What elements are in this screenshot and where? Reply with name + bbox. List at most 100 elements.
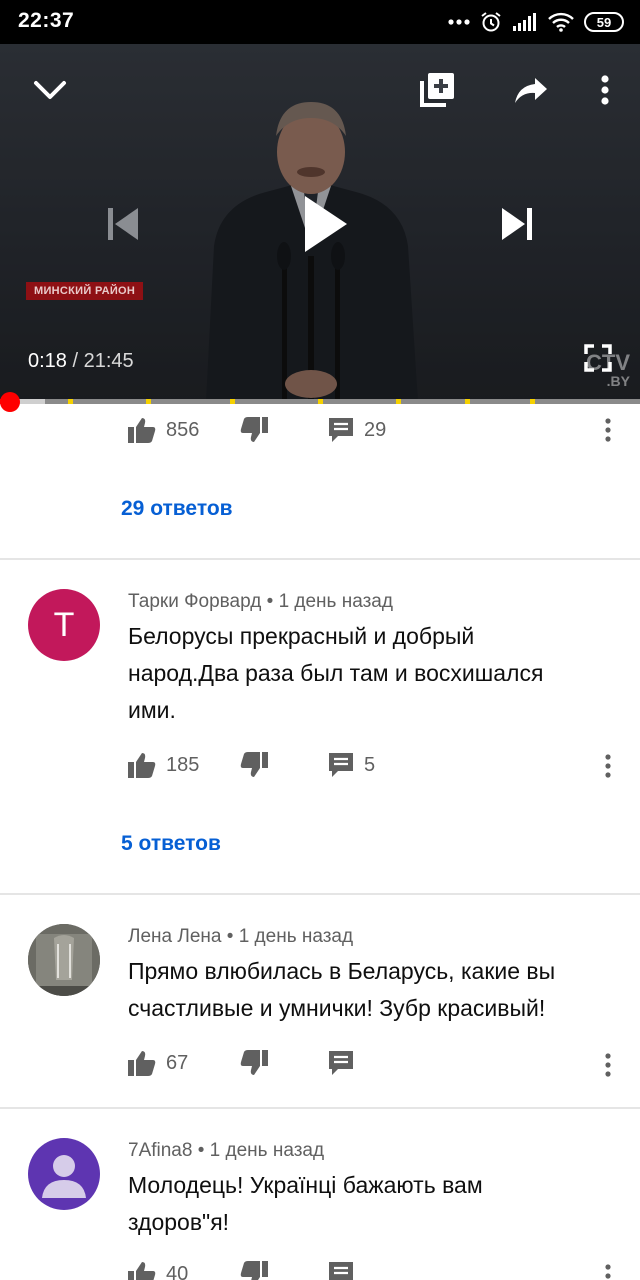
comment-actions: 40 xyxy=(128,1256,354,1280)
thumb-up-icon xyxy=(128,1051,156,1076)
status-bar: 22:37 59 xyxy=(0,0,640,44)
time-display: 0:18 / 21:45 xyxy=(28,350,134,373)
default-avatar-icon xyxy=(42,1155,86,1198)
comment-text: Молодець! Українці бажають вам здоров"я! xyxy=(128,1167,608,1241)
comment-line: Прямо влюбилась в Беларусь, какие вы xyxy=(128,958,556,984)
comment-time: 1 день назад xyxy=(209,1140,325,1161)
like-button[interactable]: 67 xyxy=(128,1050,240,1076)
avatar[interactable] xyxy=(28,924,100,996)
comment-menu-icon[interactable] xyxy=(596,1047,620,1083)
comment-meta: Лена Лена • 1 день назад xyxy=(128,926,353,948)
like-button[interactable]: 185 xyxy=(128,752,240,778)
avatar-photo xyxy=(28,924,100,996)
current-time: 0:18 xyxy=(28,350,67,372)
thumb-up-icon xyxy=(128,1262,156,1280)
comment-icon xyxy=(329,418,353,442)
thumb-down-icon xyxy=(240,417,268,442)
comment-time: 1 день назад xyxy=(278,591,393,612)
divider xyxy=(0,893,640,895)
comment-actions: 67 xyxy=(128,1045,354,1081)
reply-count: 5 xyxy=(364,753,376,776)
lower-third-caption: МИНСКИЙ РАЙОН xyxy=(26,282,144,300)
thumb-down-icon xyxy=(240,752,268,777)
view-replies-link[interactable]: 29 ответов xyxy=(121,497,233,521)
comment-author[interactable]: Тарки Форвард xyxy=(128,591,261,612)
chapter-marker xyxy=(68,399,73,404)
like-button[interactable]: 40 xyxy=(128,1261,240,1280)
previous-icon[interactable] xyxy=(100,202,144,246)
more-dots-icon xyxy=(448,19,470,25)
more-vert-icon[interactable] xyxy=(590,70,620,110)
comment-icon xyxy=(329,1262,353,1280)
comment-menu-icon[interactable] xyxy=(596,1258,620,1280)
play-icon[interactable] xyxy=(292,192,356,256)
meta-separator: • xyxy=(261,591,279,612)
comment-icon xyxy=(329,1051,353,1075)
chapter-marker xyxy=(318,399,323,404)
comment-actions: 856 29 xyxy=(128,412,386,448)
comment-meta: Тарки Форвард • 1 день назад xyxy=(128,591,393,613)
reply-button[interactable]: 5 xyxy=(328,752,375,778)
view-replies-link[interactable]: 5 ответов xyxy=(121,832,221,856)
avatar-letter: Т xyxy=(53,605,75,644)
reply-button[interactable] xyxy=(328,1261,354,1280)
like-count: 67 xyxy=(166,1051,189,1074)
next-icon[interactable] xyxy=(496,202,540,246)
chapter-marker xyxy=(230,399,235,404)
video-player[interactable]: МИНСКИЙ РАЙОН 0:18 / 21:45 CTV .BY xyxy=(0,44,640,402)
chapter-marker xyxy=(530,399,535,404)
like-count: 185 xyxy=(166,753,200,776)
avatar[interactable] xyxy=(28,1138,100,1210)
duration: 21:45 xyxy=(83,350,134,372)
comment-line: народ.Два раза был там и восхишался xyxy=(128,660,544,686)
reply-button[interactable] xyxy=(328,1050,354,1076)
comment-line: здоров"я! xyxy=(128,1209,230,1235)
meta-separator: • xyxy=(221,926,239,947)
collapse-icon[interactable] xyxy=(26,70,74,110)
comment-text: Прямо влюбилась в Беларусь, какие вы сча… xyxy=(128,953,608,1027)
dislike-button[interactable] xyxy=(240,752,328,778)
comment-author[interactable]: Лена Лена xyxy=(128,926,221,947)
wifi-icon xyxy=(548,12,574,32)
dislike-button[interactable] xyxy=(240,1050,328,1076)
like-count: 40 xyxy=(166,1262,189,1280)
comment-menu-icon[interactable] xyxy=(596,748,620,784)
chapter-marker xyxy=(396,399,401,404)
comment-line: Белорусы прекрасный и добрый xyxy=(128,623,475,649)
progress-bar[interactable] xyxy=(0,399,640,404)
divider xyxy=(0,1107,640,1109)
like-count: 856 xyxy=(166,418,200,441)
add-to-playlist-icon[interactable] xyxy=(414,70,460,110)
comment-text: Белорусы прекрасный и добрый народ.Два р… xyxy=(128,618,608,729)
like-button[interactable]: 856 xyxy=(128,417,240,443)
reply-count: 29 xyxy=(364,418,387,441)
meta-separator: • xyxy=(192,1140,210,1161)
dislike-button[interactable] xyxy=(240,417,328,443)
comment-author[interactable]: 7Afina8 xyxy=(128,1140,192,1161)
divider xyxy=(0,558,640,560)
comment-line: Молодець! Українці бажають вам xyxy=(128,1172,483,1198)
comment-time: 1 день назад xyxy=(238,926,354,947)
reply-button[interactable]: 29 xyxy=(328,417,386,443)
signal-icon xyxy=(512,12,538,32)
dislike-button[interactable] xyxy=(240,1261,328,1280)
share-icon[interactable] xyxy=(508,70,554,110)
comment-line: счастливые и умнички! Зубр красивый! xyxy=(128,995,546,1021)
chapter-marker xyxy=(146,399,151,404)
thumb-down-icon xyxy=(240,1261,268,1280)
thumb-up-icon xyxy=(128,418,156,443)
status-time: 22:37 xyxy=(18,9,75,32)
channel-watermark: CTV .BY xyxy=(586,352,630,390)
comment-line: ими. xyxy=(128,697,176,723)
thumb-down-icon xyxy=(240,1050,268,1075)
comment-icon xyxy=(329,753,353,777)
time-separator: / xyxy=(66,350,84,372)
avatar[interactable]: Т xyxy=(28,589,100,661)
battery-level: 59 xyxy=(596,14,612,30)
comment-actions: 185 5 xyxy=(128,747,375,783)
chapter-marker xyxy=(465,399,470,404)
comment-meta: 7Afina8 • 1 день назад xyxy=(128,1140,324,1162)
alarm-icon xyxy=(480,11,502,33)
comment-menu-icon[interactable] xyxy=(596,412,620,448)
progress-scrubber[interactable] xyxy=(0,392,20,412)
